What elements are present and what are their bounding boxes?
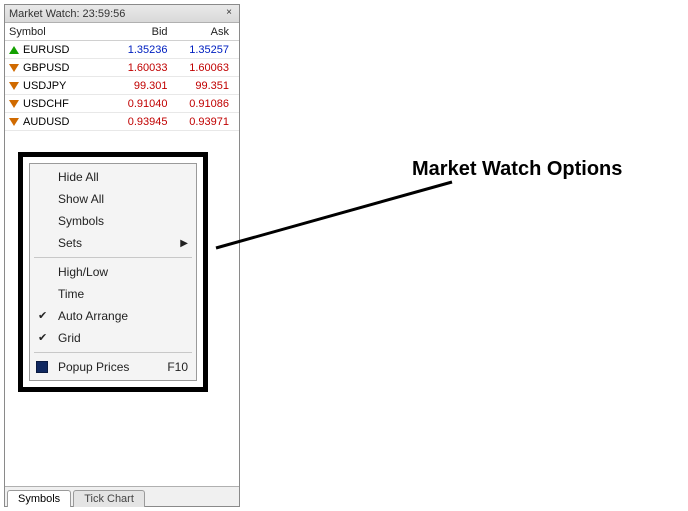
popup-prices-icon	[36, 361, 48, 373]
context-menu: Hide All Show All Symbols Sets ▶ High/Lo…	[29, 163, 197, 381]
menu-popup-prices[interactable]: Popup Prices F10	[30, 356, 196, 378]
bid-price: 99.301	[112, 80, 173, 92]
menu-label: Auto Arrange	[58, 309, 128, 323]
menu-label: Sets	[58, 236, 82, 250]
panel-tabs: Symbols Tick Chart	[5, 486, 239, 506]
menu-shortcut: F10	[167, 360, 188, 374]
checkmark-icon: ✔	[38, 331, 47, 344]
menu-hide-all[interactable]: Hide All	[30, 166, 196, 188]
col-header-ask[interactable]: Ask	[174, 26, 235, 38]
arrow-up-icon	[9, 45, 19, 55]
bid-price: 1.35236	[112, 44, 173, 56]
menu-label: Time	[58, 287, 84, 301]
annotation-text: Market Watch Options	[412, 158, 622, 181]
bid-price: 0.91040	[112, 98, 173, 110]
col-header-symbol[interactable]: Symbol	[9, 26, 112, 38]
context-menu-highlight: Hide All Show All Symbols Sets ▶ High/Lo…	[18, 152, 208, 392]
menu-label: Hide All	[58, 170, 99, 184]
table-row[interactable]: GBPUSD 1.60033 1.60063	[5, 59, 239, 77]
submenu-arrow-icon: ▶	[180, 238, 188, 249]
menu-symbols[interactable]: Symbols	[30, 210, 196, 232]
symbol-name: AUDUSD	[23, 116, 69, 128]
ask-price: 99.351	[174, 80, 235, 92]
arrow-down-icon	[9, 63, 19, 73]
table-row[interactable]: EURUSD 1.35236 1.35257	[5, 41, 239, 59]
menu-grid[interactable]: ✔ Grid	[30, 327, 196, 349]
close-icon[interactable]: ×	[223, 7, 235, 19]
tab-tick-chart[interactable]: Tick Chart	[73, 490, 145, 507]
column-headers: Symbol Bid Ask	[5, 23, 239, 41]
table-row[interactable]: USDCHF 0.91040 0.91086	[5, 95, 239, 113]
menu-sets[interactable]: Sets ▶	[30, 232, 196, 254]
annotation-arrow	[214, 170, 454, 260]
menu-label: Popup Prices	[58, 360, 129, 374]
menu-label: Symbols	[58, 214, 104, 228]
panel-title: Market Watch: 23:59:56	[9, 8, 125, 20]
symbol-name: EURUSD	[23, 44, 69, 56]
menu-label: Grid	[58, 331, 81, 345]
table-row[interactable]: USDJPY 99.301 99.351	[5, 77, 239, 95]
menu-separator	[34, 352, 192, 353]
arrow-down-icon	[9, 99, 19, 109]
table-row[interactable]: AUDUSD 0.93945 0.93971	[5, 113, 239, 131]
ask-price: 1.60063	[174, 62, 235, 74]
tab-symbols[interactable]: Symbols	[7, 490, 71, 507]
ask-price: 0.91086	[174, 98, 235, 110]
price-rows: EURUSD 1.35236 1.35257 GBPUSD 1.60033 1.…	[5, 41, 239, 131]
menu-show-all[interactable]: Show All	[30, 188, 196, 210]
menu-separator	[34, 257, 192, 258]
menu-high-low[interactable]: High/Low	[30, 261, 196, 283]
menu-label: Show All	[58, 192, 104, 206]
symbol-name: USDCHF	[23, 98, 69, 110]
col-header-bid[interactable]: Bid	[112, 26, 173, 38]
symbol-name: GBPUSD	[23, 62, 69, 74]
panel-titlebar[interactable]: Market Watch: 23:59:56 ×	[5, 5, 239, 23]
arrow-down-icon	[9, 81, 19, 91]
ask-price: 0.93971	[174, 116, 235, 128]
bid-price: 1.60033	[112, 62, 173, 74]
symbol-name: USDJPY	[23, 80, 66, 92]
menu-label: High/Low	[58, 265, 108, 279]
menu-time[interactable]: Time	[30, 283, 196, 305]
menu-auto-arrange[interactable]: ✔ Auto Arrange	[30, 305, 196, 327]
checkmark-icon: ✔	[38, 309, 47, 322]
bid-price: 0.93945	[112, 116, 173, 128]
arrow-down-icon	[9, 117, 19, 127]
ask-price: 1.35257	[174, 44, 235, 56]
